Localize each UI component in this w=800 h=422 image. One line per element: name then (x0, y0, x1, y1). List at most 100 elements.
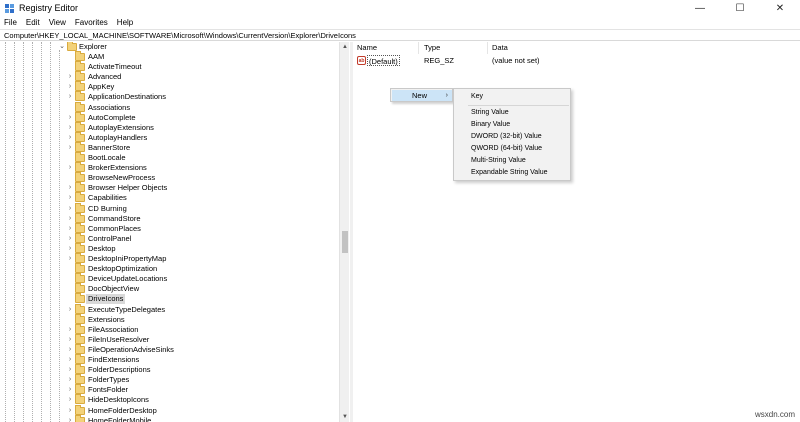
close-button[interactable]: ✕ (760, 0, 800, 17)
expand-chevron-icon[interactable]: › (66, 234, 74, 244)
expand-chevron-icon[interactable]: › (66, 395, 74, 405)
menu-view[interactable]: View (49, 18, 66, 27)
tree-item[interactable]: › Capabilities (0, 192, 340, 203)
folder-icon (75, 364, 85, 375)
value-data: (value not set) (492, 56, 540, 65)
expand-chevron-icon[interactable]: › (66, 92, 74, 102)
tree-item[interactable]: › CommandStore (0, 212, 340, 224)
tree-item-label: HideDesktopIcons (88, 395, 149, 405)
tree-item-label: AutoplayExtensions (88, 122, 154, 132)
menu-favorites[interactable]: Favorites (75, 18, 108, 27)
submenu-item-multi-string-value[interactable]: Multi-String Value (454, 155, 570, 167)
tree-item-label: CommonPlaces (88, 223, 141, 233)
menu-edit[interactable]: Edit (26, 18, 40, 27)
tree-item[interactable]: › Advanced (0, 71, 340, 82)
expand-chevron-icon[interactable]: › (66, 244, 74, 254)
expand-chevron-icon[interactable]: › (66, 365, 74, 375)
tree-item[interactable]: DeviceUpdateLocations (0, 273, 340, 284)
tree-item[interactable]: › BrokerExtensions (0, 162, 340, 173)
submenu-item-dword-value[interactable]: DWORD (32-bit) Value (454, 131, 570, 143)
tree-item[interactable]: › ControlPanel (0, 232, 340, 244)
expand-chevron-icon[interactable]: › (66, 193, 74, 203)
tree-item[interactable]: › AutoplayHandlers (0, 131, 340, 143)
expand-chevron-icon[interactable]: › (66, 335, 74, 345)
maximize-button[interactable]: ☐ (720, 0, 760, 17)
column-header-data[interactable]: Data (488, 42, 800, 54)
folder-open-icon (67, 42, 77, 51)
tree-item[interactable]: › FileAssociation (0, 323, 340, 335)
menu-file[interactable]: File (4, 18, 17, 27)
expand-chevron-icon[interactable]: › (66, 123, 74, 133)
submenu-item-key[interactable]: Key (454, 91, 570, 103)
tree-scrollbar[interactable]: ▲ ▼ (339, 42, 349, 422)
tree-item[interactable]: › DesktopIniPropertyMap (0, 253, 340, 264)
tree-item[interactable]: AAM (0, 51, 340, 62)
expand-chevron-icon[interactable]: › (66, 163, 74, 173)
expand-chevron-icon[interactable]: › (66, 82, 74, 92)
expand-chevron-icon[interactable]: › (66, 113, 74, 123)
scrollbar-thumb[interactable] (342, 231, 348, 253)
tree-item[interactable]: › CommonPlaces (0, 222, 340, 234)
expand-chevron-icon[interactable]: › (66, 375, 74, 385)
tree-item[interactable]: DocObjectView (0, 283, 340, 294)
expand-chevron-icon[interactable]: › (66, 133, 74, 143)
expand-chevron-icon[interactable]: › (66, 224, 74, 234)
expand-chevron-icon[interactable]: › (66, 385, 74, 395)
tree-item[interactable]: › ApplicationDestinations (0, 91, 340, 102)
expand-chevron-icon[interactable]: › (66, 345, 74, 355)
tree-item[interactable]: › FolderDescriptions (0, 364, 340, 375)
expand-chevron-icon[interactable]: › (66, 72, 74, 82)
tree-item[interactable]: › AutoComplete (0, 111, 340, 123)
tree-item[interactable]: BrowseNewProcess (0, 172, 340, 183)
menu-help[interactable]: Help (117, 18, 133, 27)
tree-item[interactable]: › CD Burning (0, 202, 340, 214)
folder-icon (75, 333, 85, 344)
tree-item[interactable]: › ExecuteTypeDelegates (0, 303, 340, 315)
tree-item[interactable]: › FolderTypes (0, 374, 340, 385)
submenu-item-binary-value[interactable]: Binary Value (454, 119, 570, 131)
tree-item-explorer[interactable]: ⌄ Explorer (0, 42, 340, 52)
scroll-up-arrow-icon[interactable]: ▲ (340, 42, 350, 52)
value-row[interactable]: ab (Default) REG_SZ (value not set) (353, 55, 800, 66)
submenu-item-qword-value[interactable]: QWORD (64-bit) Value (454, 143, 570, 155)
tree-item[interactable]: Associations (0, 101, 340, 113)
tree-item[interactable]: BootLocale (0, 152, 340, 163)
scroll-down-arrow-icon[interactable]: ▼ (340, 412, 350, 422)
tree-item[interactable]: › Browser Helper Objects (0, 182, 340, 193)
tree-item[interactable]: ActivateTimeout (0, 61, 340, 72)
tree-item[interactable]: › Desktop (0, 242, 340, 254)
expand-chevron-icon[interactable]: › (66, 204, 74, 214)
expand-chevron-icon[interactable]: › (66, 254, 74, 264)
expand-chevron-icon[interactable]: › (66, 355, 74, 365)
address-path[interactable]: Computer\HKEY_LOCAL_MACHINE\SOFTWARE\Mic… (4, 31, 356, 40)
tree-item[interactable]: › BannerStore (0, 141, 340, 153)
expand-chevron-icon[interactable]: › (66, 214, 74, 224)
tree-item[interactable]: DriveIcons (0, 293, 340, 305)
folder-icon (75, 111, 85, 122)
expand-chevron-icon[interactable]: › (66, 305, 74, 315)
column-header-type[interactable]: Type (420, 42, 488, 54)
tree-item[interactable]: › AppKey (0, 81, 340, 92)
tree-item[interactable]: › AutoplayExtensions (0, 121, 340, 133)
submenu-item-expandable-string-value[interactable]: Expandable String Value (454, 167, 570, 179)
tree-item[interactable]: › FontsFolder (0, 384, 340, 395)
expand-chevron-icon[interactable]: › (66, 406, 74, 416)
column-header-name[interactable]: Name (353, 42, 419, 54)
tree-item[interactable]: › HideDesktopIcons (0, 394, 340, 405)
tree-item[interactable]: › FileOperationAdviseSinks (0, 343, 340, 355)
menu-item-new[interactable]: New › (392, 90, 452, 101)
tree-item[interactable]: › FileInUseResolver (0, 333, 340, 345)
expand-chevron-icon[interactable]: › (66, 416, 74, 422)
tree-item[interactable]: DesktopOptimization (0, 263, 340, 274)
expand-chevron-icon[interactable]: › (66, 183, 74, 193)
tree-item[interactable]: Extensions (0, 313, 340, 325)
expand-chevron-icon[interactable]: › (66, 143, 74, 153)
collapse-chevron-icon[interactable]: ⌄ (58, 42, 66, 52)
tree-item[interactable]: › FindExtensions (0, 354, 340, 365)
submenu-item-string-value[interactable]: String Value (454, 107, 570, 119)
tree-item[interactable]: › HomeFolderMobile (0, 414, 340, 422)
tree-item[interactable]: › HomeFolderDesktop (0, 404, 340, 416)
address-bar[interactable]: Computer\HKEY_LOCAL_MACHINE\SOFTWARE\Mic… (0, 29, 800, 41)
expand-chevron-icon[interactable]: › (66, 325, 74, 335)
minimize-button[interactable]: — (680, 0, 720, 17)
